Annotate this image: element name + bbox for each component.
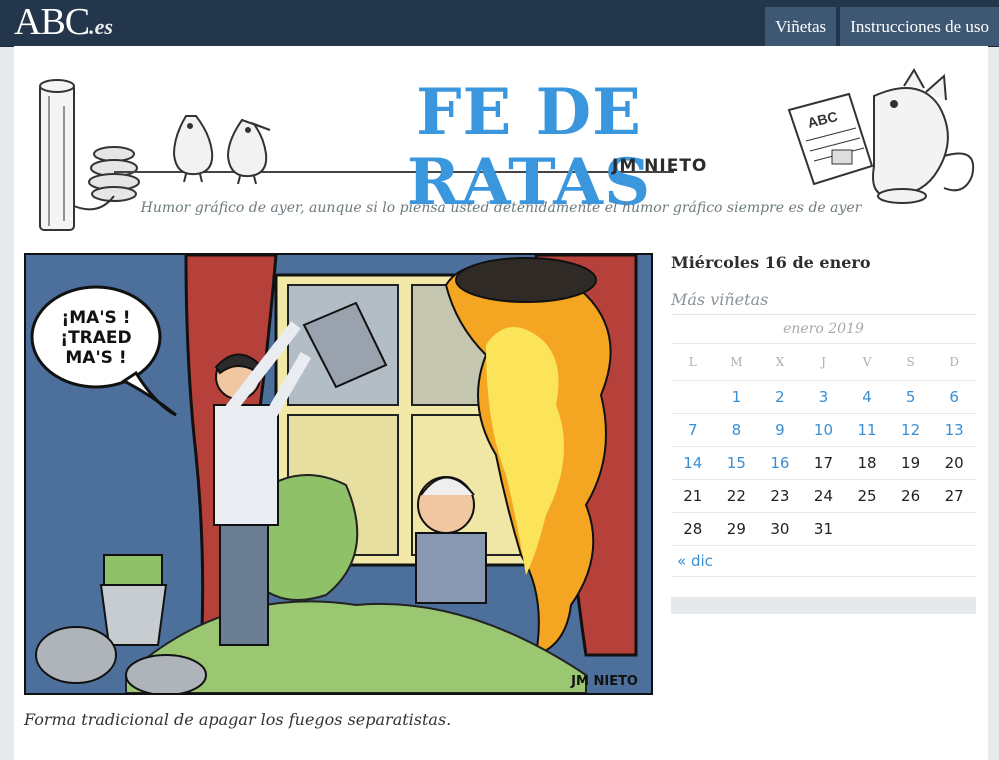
weekday-label: M — [714, 343, 759, 381]
main-nav: Viñetas Instrucciones de uso — [765, 7, 999, 46]
calendar-day[interactable]: 2 — [758, 380, 802, 414]
sidebar-grey-bar — [671, 597, 976, 614]
calendar-week: 123456 — [671, 380, 976, 414]
blog-tagline: Humor gráfico de ayer, aunque si lo pien… — [140, 200, 862, 216]
calendar-day: 21 — [671, 479, 715, 513]
calendar-day[interactable]: 14 — [671, 446, 715, 480]
calendar-week: 7 8 9 10 11 12 13 — [671, 413, 976, 447]
calendar-day: 26 — [888, 479, 933, 513]
calendar-day[interactable]: 11 — [845, 413, 889, 447]
calendar-day[interactable]: 4 — [845, 380, 889, 414]
calendar: enero 2019 LMXJVSD 1 2 3 4 5 6 7 8 9 10 11 12 13 14 15… — [671, 315, 976, 546]
calendar-month: enero 2019 — [783, 321, 864, 337]
sidebar: Miércoles 16 de enero Más viñetas enero … — [671, 246, 976, 614]
calendar-week: 21 22 23 24 25 26 27 — [671, 479, 976, 513]
calendar-day: 30 — [758, 512, 802, 546]
nav-vinetas[interactable]: Viñetas — [765, 7, 837, 46]
calendar-day[interactable]: 7 — [671, 413, 715, 447]
calendar-week: 28 29 30 31 — [671, 512, 976, 546]
logo-main: ABC — [14, 1, 90, 43]
calendar-empty-cell — [671, 380, 715, 414]
blog-title[interactable]: FE DE RATAS — [304, 78, 754, 218]
cartoon-caption: Forma tradicional de apagar los fuegos s… — [24, 710, 452, 729]
abc-logo[interactable]: ABC.es — [14, 2, 113, 47]
calendar-day[interactable]: 13 — [932, 413, 976, 447]
cartoon-image[interactable]: ¡MA'S ! ¡TRAED MA'S ! JM NIETO — [24, 253, 653, 695]
calendar-day: 19 — [888, 446, 933, 480]
speech-line-3: MA'S ! — [65, 348, 126, 368]
calendar-day: 22 — [714, 479, 759, 513]
calendar-day: 25 — [845, 479, 889, 513]
calendar-empty-cell — [932, 512, 976, 546]
calendar-day[interactable]: 12 — [888, 413, 933, 447]
calendar-day: 18 — [845, 446, 889, 480]
calendar-day[interactable]: 10 — [801, 413, 846, 447]
calendar-weekdays: LMXJVSD — [671, 343, 976, 381]
newspaper-drawing — [787, 92, 874, 186]
calendar-day: 20 — [932, 446, 976, 480]
calendar-day[interactable]: 6 — [932, 380, 976, 414]
calendar-day: 17 — [801, 446, 846, 480]
calendar-empty-cell — [845, 512, 889, 546]
calendar-day[interactable]: 3 — [801, 380, 846, 414]
calendar-day: 23 — [758, 479, 802, 513]
weekday-label: X — [758, 343, 802, 381]
cartoon-signature: JM NIETO — [570, 674, 638, 689]
speech-line-1: ¡MA'S ! — [62, 308, 131, 328]
weekday-label: S — [888, 343, 933, 381]
calendar-day[interactable]: 15 — [714, 446, 759, 480]
bird-drawing-2 — [226, 118, 271, 185]
nav-instrucciones[interactable]: Instrucciones de uso — [840, 7, 999, 46]
more-cartoons-heading: Más viñetas — [671, 286, 976, 315]
calendar-prev-month-link[interactable]: « dic — [671, 546, 976, 577]
top-bar: ABC.es Viñetas Instrucciones de uso — [0, 0, 999, 47]
blog-header: ABC FE DE RATAS JM NIETO Humor gráfico d… — [14, 46, 988, 236]
calendar-day[interactable]: 5 — [888, 380, 933, 414]
calendar-week: 14 15 16 17 18 19 20 — [671, 446, 976, 480]
calendar-day: 27 — [932, 479, 976, 513]
weekday-label: J — [801, 343, 846, 381]
date-heading: Miércoles 16 de enero — [671, 253, 871, 272]
page-content: ABC FE DE RATAS JM NIETO Humor gráfico d… — [14, 46, 988, 760]
calendar-body: 1 2 3 4 5 6 7 8 9 10 11 12 13 14 15 16 17 18 19 20 21 22 23 24 2… — [671, 380, 976, 546]
rat-reading-drawing — [872, 68, 975, 204]
money-buckets-drawing — [35, 554, 207, 693]
calendar-day: 31 — [801, 512, 846, 546]
calendar-day[interactable]: 9 — [758, 413, 802, 447]
weekday-label: V — [845, 343, 889, 381]
calendar-day: 28 — [671, 512, 715, 546]
cartoon-drawing: ¡MA'S ! ¡TRAED MA'S ! JM NIETO — [30, 255, 638, 693]
blog-author: JM NIETO — [612, 156, 708, 176]
calendar-empty-cell — [888, 512, 933, 546]
calendar-day: 29 — [714, 512, 759, 546]
weekday-label: L — [671, 343, 715, 381]
speech-line-2: ¡TRAED — [60, 328, 131, 348]
calendar-day: 24 — [801, 479, 846, 513]
calendar-day[interactable]: 16 — [758, 446, 802, 480]
logo-suffix: .es — [89, 14, 113, 39]
calendar-day[interactable]: 1 — [714, 380, 759, 414]
calendar-day[interactable]: 8 — [714, 413, 759, 447]
weekday-label: D — [932, 343, 976, 381]
